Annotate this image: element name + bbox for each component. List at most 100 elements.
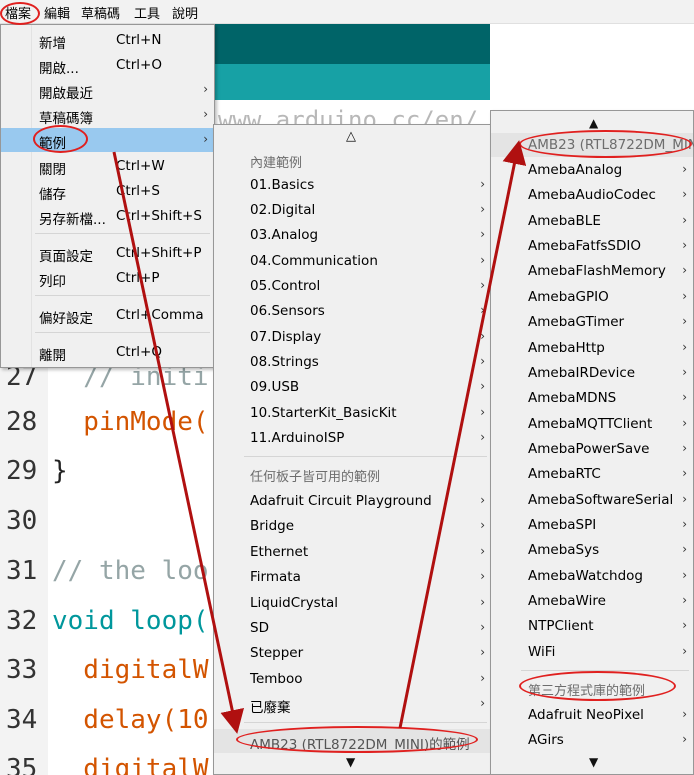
example-sd[interactable]: SD ›: [214, 616, 491, 640]
example-temboo[interactable]: Temboo ›: [214, 667, 491, 691]
line-number: 30: [6, 506, 38, 536]
amb-example-item[interactable]: AmebaWatchdog ›: [491, 564, 693, 588]
triangle-up-icon[interactable]: △: [346, 129, 356, 144]
chevron-right-icon: ›: [682, 340, 687, 354]
menu-bar: 檔案 編輯 草稿碼 工具 說明: [0, 0, 694, 24]
chevron-right-icon: ›: [682, 707, 687, 721]
example-starterkit[interactable]: 10.StarterKit_BasicKit ›: [214, 401, 491, 425]
menu-item-label: 02.Digital: [250, 202, 316, 218]
menu-item-label: 11.ArduinoISP: [250, 430, 345, 446]
line-number: 35: [6, 754, 38, 775]
menu-item-label: 07.Display: [250, 329, 322, 345]
example-analog[interactable]: 03.Analog ›: [214, 223, 491, 247]
example-deprecated[interactable]: 已廢棄 ›: [214, 692, 491, 716]
example-firmata[interactable]: Firmata ›: [214, 565, 491, 589]
third-party-example-item[interactable]: Adafruit NeoPixel ›: [491, 703, 693, 727]
menu-item-quit[interactable]: 離開 Ctrl+Q: [1, 340, 214, 364]
menu-item-save[interactable]: 儲存 Ctrl+S: [1, 179, 214, 203]
example-strings[interactable]: 08.Strings ›: [214, 350, 491, 374]
example-stepper[interactable]: Stepper ›: [214, 641, 491, 665]
example-display[interactable]: 07.Display ›: [214, 325, 491, 349]
example-ethernet[interactable]: Ethernet ›: [214, 540, 491, 564]
amb-example-item[interactable]: AmebaFatfsSDIO ›: [491, 234, 693, 258]
example-sensors[interactable]: 06.Sensors ›: [214, 299, 491, 323]
example-liquidcrystal[interactable]: LiquidCrystal ›: [214, 591, 491, 615]
amb-example-item[interactable]: AmebaAnalog ›: [491, 158, 693, 182]
line-number: 31: [6, 556, 38, 586]
menu-item-close[interactable]: 關閉 Ctrl+W: [1, 154, 214, 178]
amb-example-item[interactable]: AmebaFlashMemory ›: [491, 259, 693, 283]
line-number: 28: [6, 407, 38, 437]
amb-example-item[interactable]: AmebaHttp ›: [491, 336, 693, 360]
menu-help[interactable]: 說明: [172, 3, 198, 22]
menu-item-label: 09.USB: [250, 379, 300, 395]
menu-separator: [244, 722, 487, 723]
triangle-down-icon[interactable]: ▼: [589, 755, 598, 769]
examples-menu: △ 內建範例 01.Basics › 02.Digital › 03.Analog ›…: [213, 124, 492, 775]
amb-example-item[interactable]: AmebaMDNS ›: [491, 386, 693, 410]
chevron-right-icon: ›: [203, 107, 208, 121]
chevron-right-icon: ›: [682, 390, 687, 404]
menu-item-label: AmebaPowerSave: [528, 441, 650, 457]
menu-item-label: 偏好設定: [39, 311, 93, 327]
chevron-right-icon: ›: [682, 644, 687, 658]
example-arduinoisp[interactable]: 11.ArduinoISP ›: [214, 426, 491, 450]
amb-example-item[interactable]: AmebaPowerSave ›: [491, 437, 693, 461]
menu-separator: [244, 456, 487, 457]
menu-item-label: SD: [250, 620, 269, 636]
menu-item-label: 08.Strings: [250, 354, 319, 370]
menu-item-label: 另存新檔...: [39, 212, 106, 228]
menu-item-open[interactable]: 開啟... Ctrl+O: [1, 53, 214, 77]
example-control[interactable]: 05.Control ›: [214, 274, 491, 298]
menu-item-label: 關閉: [39, 162, 66, 178]
amb-example-item[interactable]: AmebaSPI ›: [491, 513, 693, 537]
menu-item-label: Stepper: [250, 645, 304, 661]
annotation-circle-file-menu: [0, 2, 40, 25]
menu-item-label: 開啟...: [39, 61, 79, 77]
example-bridge[interactable]: Bridge ›: [214, 514, 491, 538]
amb-example-item[interactable]: AmebaSys ›: [491, 538, 693, 562]
menu-item-page-setup[interactable]: 頁面設定 Ctrl+Shift+P: [1, 241, 214, 265]
menu-tools[interactable]: 工具: [134, 3, 160, 22]
chevron-right-icon: ›: [682, 162, 687, 176]
menu-item-print[interactable]: 列印 Ctrl+P: [1, 266, 214, 290]
chevron-right-icon: ›: [480, 227, 485, 241]
amb-example-item[interactable]: AmebaMQTTClient ›: [491, 412, 693, 436]
menu-item-sketchbook[interactable]: 草稿碼簿 ›: [1, 103, 214, 127]
example-communication[interactable]: 04.Communication ›: [214, 249, 491, 273]
example-adafruit-playground[interactable]: Adafruit Circuit Playground ›: [214, 489, 491, 513]
menu-edit[interactable]: 編輯: [44, 3, 70, 22]
amb-example-item[interactable]: AmebaSoftwareSerial ›: [491, 488, 693, 512]
menu-item-label: AmebaMQTTClient: [528, 416, 653, 432]
chevron-right-icon: ›: [480, 278, 485, 292]
menu-item-label: Temboo: [250, 671, 303, 687]
example-digital[interactable]: 02.Digital ›: [214, 198, 491, 222]
amb-example-item[interactable]: WiFi ›: [491, 640, 693, 664]
triangle-down-icon[interactable]: ▼: [346, 755, 355, 769]
menu-item-label: AmebaHttp: [528, 340, 605, 356]
example-basics[interactable]: 01.Basics ›: [214, 173, 491, 197]
chevron-right-icon: ›: [682, 492, 687, 506]
menu-item-open-recent[interactable]: 開啟最近 ›: [1, 78, 214, 102]
triangle-up-icon[interactable]: ▲: [589, 116, 598, 130]
menu-item-save-as[interactable]: 另存新檔... Ctrl+Shift+S: [1, 204, 214, 228]
code-editor[interactable]: // initi pinMode( } // the loo void loop…: [48, 362, 218, 775]
menu-item-shortcut: Ctrl+Comma: [116, 307, 204, 323]
menu-item-shortcut: Ctrl+S: [116, 183, 160, 199]
menu-item-label: AmebaIRDevice: [528, 365, 636, 381]
example-usb[interactable]: 09.USB ›: [214, 375, 491, 399]
amb-example-item[interactable]: AmebaGTimer ›: [491, 310, 693, 334]
amb-example-item[interactable]: AmebaBLE ›: [491, 209, 693, 233]
amb-example-item[interactable]: AmebaWire ›: [491, 589, 693, 613]
amb-example-item[interactable]: AmebaIRDevice ›: [491, 361, 693, 385]
menu-item-new[interactable]: 新增 Ctrl+N: [1, 28, 214, 52]
amb-example-item[interactable]: AmebaGPIO ›: [491, 285, 693, 309]
amb-example-item[interactable]: AmebaRTC ›: [491, 462, 693, 486]
amb-example-item[interactable]: NTPClient ›: [491, 614, 693, 638]
menu-sketch[interactable]: 草稿碼: [81, 3, 120, 22]
menu-item-preferences[interactable]: 偏好設定 Ctrl+Comma: [1, 303, 214, 327]
third-party-example-item[interactable]: AGirs ›: [491, 728, 693, 752]
amb-example-item[interactable]: AmebaAudioCodec ›: [491, 183, 693, 207]
menu-item-label: 離開: [39, 348, 66, 364]
menu-item-label: 03.Analog: [250, 227, 319, 243]
